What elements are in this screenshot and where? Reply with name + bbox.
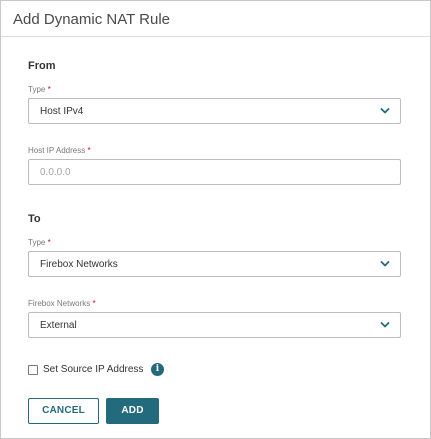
firebox-networks-label-text: Firebox Networks bbox=[28, 299, 91, 308]
set-source-ip-checkbox[interactable] bbox=[28, 365, 38, 375]
add-button[interactable]: ADD bbox=[106, 398, 159, 424]
to-type-select[interactable]: Firebox Networks bbox=[28, 251, 401, 277]
from-type-select[interactable]: Host IPv4 bbox=[28, 98, 401, 124]
to-type-label-text: Type bbox=[28, 238, 46, 247]
firebox-networks-selected-value: External bbox=[40, 320, 77, 331]
cancel-button[interactable]: CANCEL bbox=[28, 398, 99, 424]
from-type-label-text: Type bbox=[28, 85, 46, 94]
to-type-selected-value: Firebox Networks bbox=[40, 259, 118, 270]
from-type-label: Type * bbox=[28, 85, 51, 94]
host-ip-address-label: Host IP Address * bbox=[28, 146, 91, 155]
required-marker: * bbox=[47, 85, 51, 94]
set-source-ip-label[interactable]: Set Source IP Address bbox=[43, 364, 143, 375]
to-heading: To bbox=[28, 213, 41, 225]
firebox-networks-label: Firebox Networks * bbox=[28, 299, 96, 308]
chevron-down-icon bbox=[380, 108, 390, 114]
chevron-down-icon bbox=[380, 322, 390, 328]
from-type-selected-value: Host IPv4 bbox=[40, 106, 84, 117]
info-icon[interactable]: i bbox=[151, 363, 164, 376]
from-heading: From bbox=[28, 60, 56, 72]
host-ip-address-label-text: Host IP Address bbox=[28, 146, 86, 155]
chevron-down-icon bbox=[380, 261, 390, 267]
dialog-header: Add Dynamic NAT Rule bbox=[1, 1, 430, 37]
dialog-title: Add Dynamic NAT Rule bbox=[13, 11, 171, 28]
add-dynamic-nat-rule-dialog: Add Dynamic NAT Rule From Type * Host IP… bbox=[0, 0, 431, 439]
required-marker: * bbox=[92, 299, 96, 308]
host-ip-address-placeholder: 0.0.0.0 bbox=[40, 167, 71, 178]
firebox-networks-select[interactable]: External bbox=[28, 312, 401, 338]
required-marker: * bbox=[87, 146, 91, 155]
required-marker: * bbox=[47, 238, 51, 247]
host-ip-address-input[interactable]: 0.0.0.0 bbox=[28, 159, 401, 185]
to-type-label: Type * bbox=[28, 238, 51, 247]
